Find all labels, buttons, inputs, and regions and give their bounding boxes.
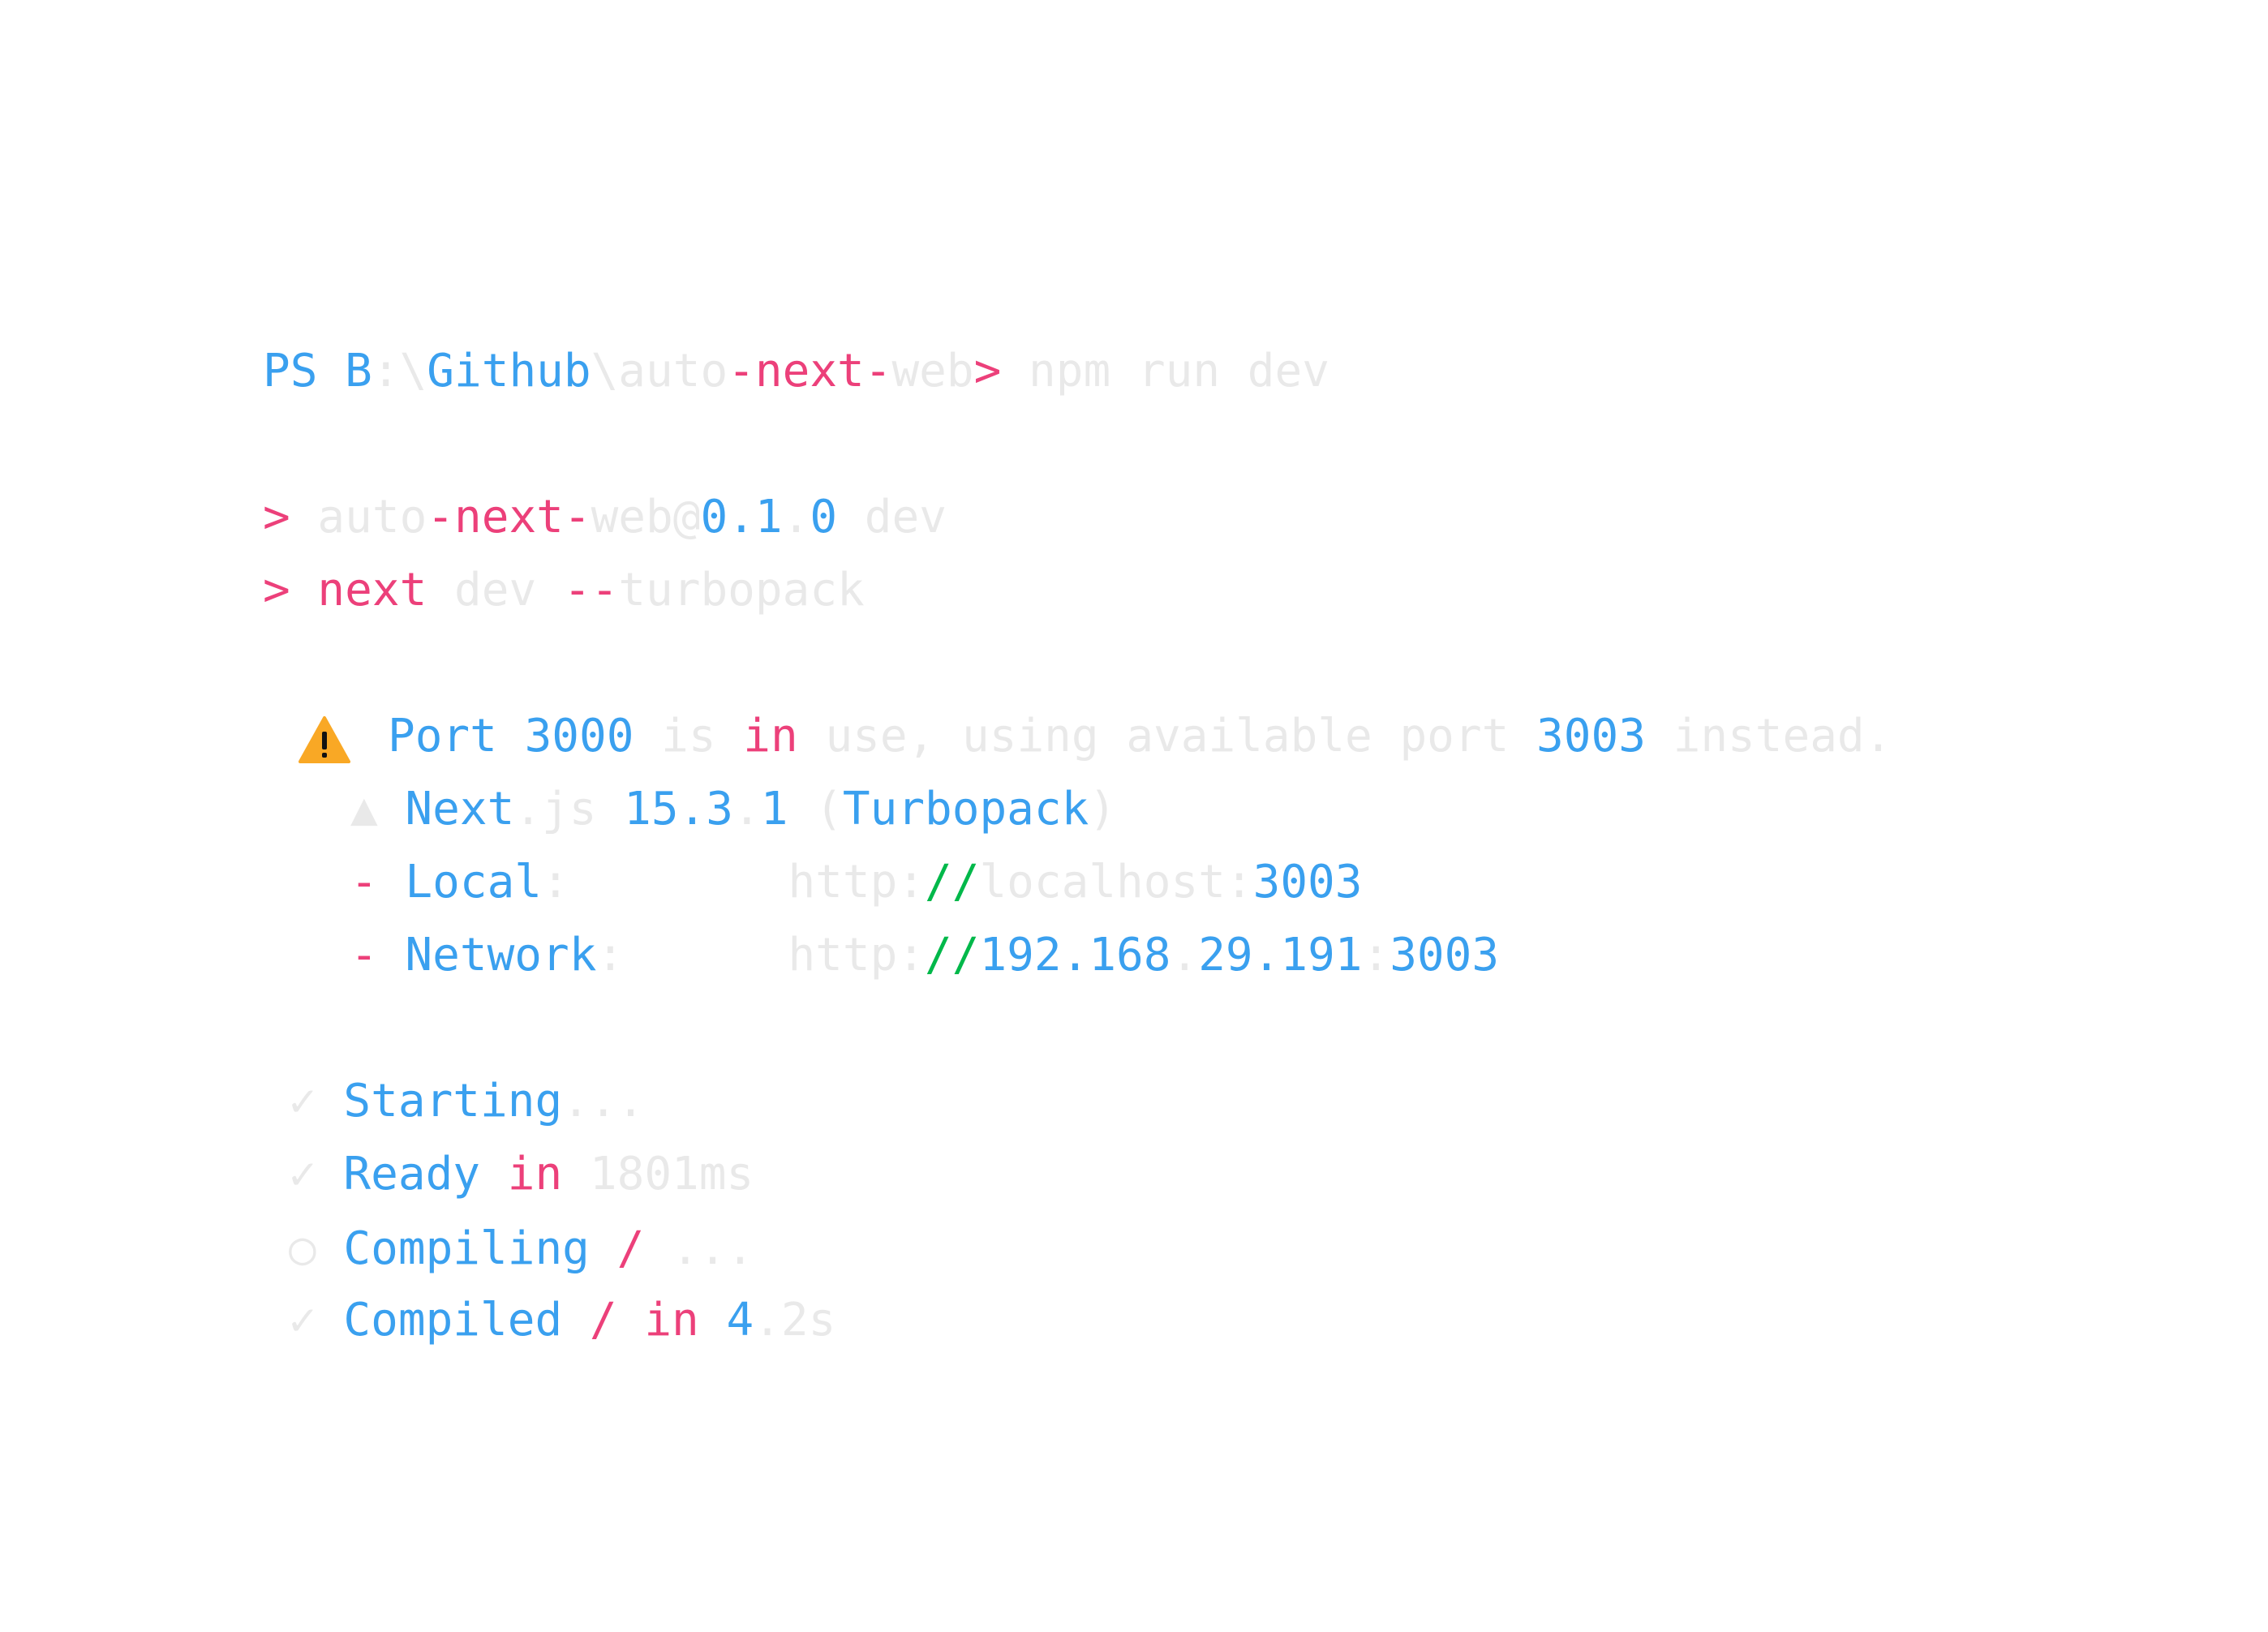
prompt-line-segment: Github [427,345,591,397]
warning-icon [299,716,350,763]
next-line-segment: ) [1089,783,1117,835]
warning-line-segment: use, using available port [797,710,1537,762]
network-line-segment: 192.168 [979,929,1171,981]
network-line-segment: - [350,929,378,981]
compiling-line-segment: ○ [289,1222,316,1275]
network-line-segment: . [1171,929,1199,981]
port-warning-line: Port 3000 is in use, using available por… [388,711,1892,762]
next-line-segment: ( [788,783,843,835]
compiled-line-segment: / [589,1294,617,1346]
local-line-segment: // [925,856,980,908]
warning-line-segment: 3000 [524,710,634,762]
compiled-line-segment: 4 [698,1294,754,1346]
next-line-segment: 1 [760,783,788,835]
script-line-1-segment: 0.1 [700,491,783,543]
local-line-segment: localhost: [979,856,1253,908]
network-line-segment: : [1362,929,1390,981]
network-line-segment: http: [788,929,926,981]
prompt-line-segment: > [973,345,1002,397]
script-line-version: > auto-next-web@0.1.0 dev [263,492,947,543]
local-line-segment: : [542,856,788,908]
local-line-segment: 3003 [1252,856,1363,908]
compiled-line-segment: ✓ [289,1294,316,1346]
script-line-2-segment: > [263,564,290,616]
script-line-1-segment: dev [837,491,947,543]
next-line-segment: Turbopack [842,783,1089,835]
warning-line-segment: Port [388,710,525,762]
warning-line-segment: 3003 [1536,710,1646,762]
script-line-1-segment: -next- [427,491,591,543]
network-line-segment: Network [377,929,597,981]
network-line-segment: : [596,929,788,981]
prompt-line: PS B:\Github\auto-next-web> npm run dev [263,346,1329,397]
compiling-status-line: ○ Compiling / ... [289,1223,754,1275]
next-line-segment: ▲ [350,783,378,835]
ready-line-segment: Ready [316,1148,508,1200]
network-line-segment: 3003 [1390,929,1500,981]
script-line-1-segment: auto [290,491,427,543]
compiled-line-segment: .2s [754,1294,836,1346]
local-line-segment: http: [788,856,926,908]
script-line-1-segment: . [782,491,810,543]
ready-line-segment: in [507,1148,563,1200]
prompt-line-segment: :\ [372,345,427,397]
starting-line-segment: ✓ [289,1075,316,1127]
compiled-line-segment [617,1294,645,1346]
script-line-2-segment: dev [427,564,564,616]
local-line-segment: Local [377,856,543,908]
next-line-segment: .js [514,783,625,835]
next-version-line: ▲ Next.js 15.3.1 (Turbopack) [350,784,1116,835]
compiling-line-segment: / [616,1222,645,1275]
prompt-line-segment: web [891,345,974,397]
network-line-segment: // [925,929,980,981]
next-line-segment: . [733,783,761,835]
script-line-1-segment: web@ [591,491,701,543]
compiled-line-segment: in [644,1294,699,1346]
warning-line-segment: is [634,710,744,762]
local-url-line: - Local: http://localhost:3003 [350,857,1362,908]
starting-status-line: ✓ Starting... [289,1076,644,1127]
ready-line-segment: ✓ [289,1148,316,1200]
prompt-line-segment: npm run dev [1001,345,1329,397]
network-url-line: - Network: http://192.168.29.191:3003 [350,930,1499,981]
script-line-1-segment: > [263,491,290,543]
warning-line-segment: instead. [1645,710,1892,762]
compiled-line-segment: Compiled [316,1294,590,1346]
script-line-1-segment: 0 [810,491,838,543]
prompt-line-segment: PS B [263,345,372,397]
starting-line-segment: Starting [316,1075,563,1127]
warning-line-segment: in [743,710,798,762]
script-line-2-segment: turbopack [618,564,865,616]
prompt-line-segment: \auto [591,345,728,397]
starting-line-segment: ... [562,1075,645,1127]
next-line-segment: Next [377,783,515,835]
local-line-segment: - [350,856,378,908]
ready-line-segment: 1801ms [562,1148,754,1200]
terminal-output: PS B:\Github\auto-next-web> npm run dev … [0,0,2268,1632]
prompt-line-segment: -next- [728,345,892,397]
script-line-2-segment: next [290,564,427,616]
compiled-status-line: ✓ Compiled / in 4.2s [289,1295,835,1346]
ready-status-line: ✓ Ready in 1801ms [289,1149,754,1200]
script-line-command: > next dev --turbopack [263,565,865,616]
compiling-line-segment: ... [644,1222,754,1275]
next-line-segment: 15.3 [624,783,734,835]
script-line-2-segment: -- [563,564,619,616]
network-line-segment: 29.191 [1198,929,1363,981]
compiling-line-segment: Compiling [316,1222,617,1275]
